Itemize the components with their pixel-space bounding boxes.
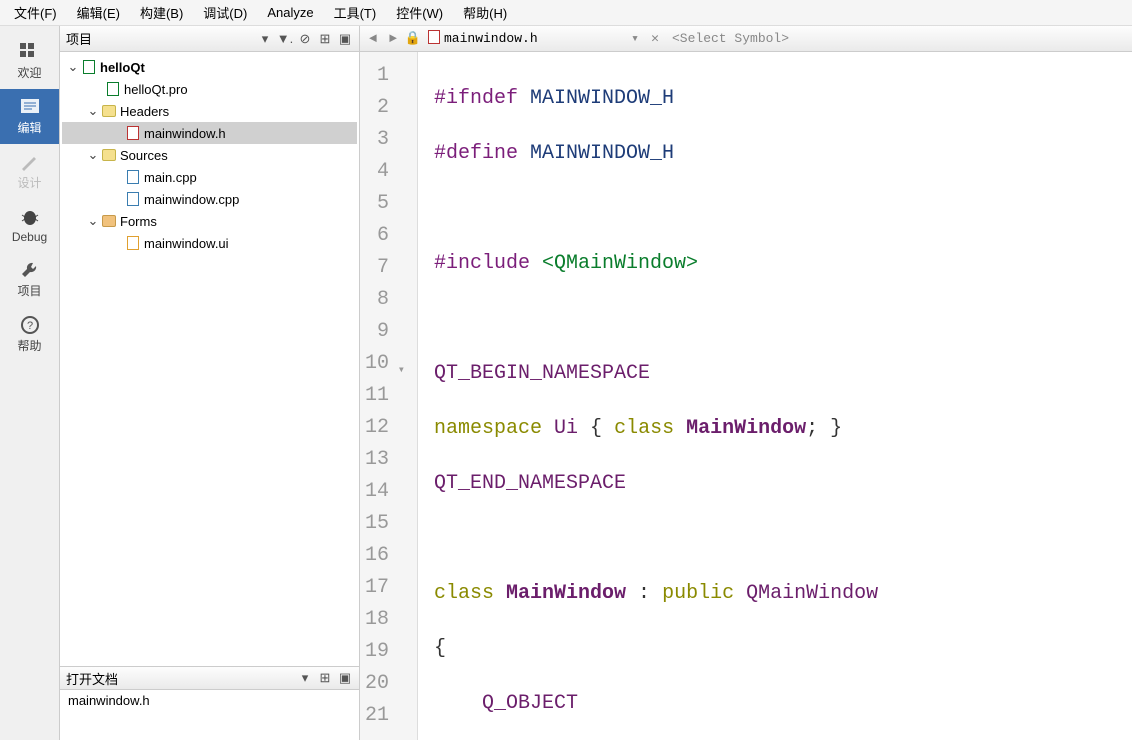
- folder-icon: [100, 149, 118, 161]
- pencil-icon: [19, 152, 41, 172]
- mode-welcome-label: 欢迎: [17, 66, 41, 80]
- editor-pane: ◄ ► 🔒 mainwindow.h ▾ ✕ <Select Symbol> 1…: [360, 26, 1132, 740]
- split-icon[interactable]: ⊞: [317, 670, 333, 686]
- tree-h1-label: mainwindow.h: [142, 126, 226, 141]
- tree-root[interactable]: ⌄ helloQt: [62, 56, 357, 78]
- mode-design-label: 设计: [17, 176, 41, 190]
- project-tree[interactable]: ⌄ helloQt helloQt.pro ⌄ Headers mainwind…: [60, 52, 359, 666]
- mode-edit[interactable]: 编辑: [0, 89, 59, 144]
- svg-text:?: ?: [26, 320, 32, 332]
- close-pane-icon[interactable]: ▣: [337, 670, 353, 686]
- menu-debug[interactable]: 调试(D): [193, 0, 257, 25]
- back-icon[interactable]: ◄: [364, 31, 382, 46]
- cpp-file-icon: [124, 192, 142, 206]
- symbol-selector[interactable]: <Select Symbol>: [666, 31, 1128, 46]
- folder-icon: [100, 215, 118, 227]
- tree-headers[interactable]: ⌄ Headers: [62, 100, 357, 122]
- grid-icon: [19, 42, 41, 62]
- project-pane: 项目 ▾ ▼. ⊘ ⊞ ▣ ⌄ helloQt helloQt.pro ⌄ He…: [60, 26, 360, 740]
- tree-forms-label: Forms: [118, 214, 157, 229]
- tree-cpp1-label: main.cpp: [142, 170, 197, 185]
- chevron-down-icon[interactable]: ▾: [297, 670, 313, 686]
- chevron-down-icon[interactable]: ▾: [257, 31, 273, 47]
- doc-item-mainwindow-h[interactable]: mainwindow.h: [60, 690, 359, 711]
- menu-tools[interactable]: 工具(T): [324, 0, 387, 25]
- wrench-icon: [19, 260, 41, 280]
- menu-file[interactable]: 文件(F): [4, 0, 67, 25]
- cpp-file-icon: [124, 170, 142, 184]
- split-icon[interactable]: ⊞: [317, 31, 333, 47]
- header-file-icon: [124, 126, 142, 140]
- mode-sidebar: 欢迎 编辑 设计 Debug 项目 ? 帮助: [0, 26, 60, 740]
- folder-icon: [100, 105, 118, 117]
- code-editor[interactable]: 12345 6789 10▾ 1112131415 161718192021 #…: [360, 52, 1132, 740]
- chevron-down-icon[interactable]: ⌄: [86, 103, 100, 119]
- file-selector[interactable]: mainwindow.h: [424, 30, 624, 48]
- chevron-down-icon[interactable]: ⌄: [86, 213, 100, 229]
- forward-icon[interactable]: ►: [384, 31, 402, 46]
- mode-help-label: 帮助: [17, 339, 41, 353]
- chevron-down-icon[interactable]: ▾: [626, 31, 644, 46]
- tree-mainwindow-ui[interactable]: mainwindow.ui: [62, 232, 357, 254]
- mode-project[interactable]: 项目: [0, 252, 59, 307]
- open-file-name: mainwindow.h: [444, 31, 538, 46]
- tree-sources-label: Sources: [118, 148, 168, 163]
- menu-edit[interactable]: 编辑(E): [67, 0, 130, 25]
- chevron-down-icon[interactable]: ⌄: [66, 59, 80, 75]
- project-title: 项目: [66, 29, 253, 48]
- mode-debug-label: Debug: [12, 230, 47, 244]
- mode-project-label: 项目: [17, 284, 41, 298]
- filter-icon[interactable]: ▼.: [277, 31, 293, 46]
- mode-help[interactable]: ? 帮助: [0, 307, 59, 362]
- lock-icon[interactable]: 🔒: [404, 31, 422, 46]
- tree-pro-label: helloQt.pro: [122, 82, 188, 97]
- project-icon: [80, 60, 98, 74]
- menu-help[interactable]: 帮助(H): [453, 0, 517, 25]
- tree-cpp2-label: mainwindow.cpp: [142, 192, 239, 207]
- open-docs-title: 打开文档: [66, 669, 293, 688]
- header-file-icon: [428, 30, 440, 48]
- menubar: 文件(F) 编辑(E) 构建(B) 调试(D) Analyze 工具(T) 控件…: [0, 0, 1132, 26]
- tree-main-cpp[interactable]: main.cpp: [62, 166, 357, 188]
- menu-widgets[interactable]: 控件(W): [386, 0, 453, 25]
- open-docs-header: 打开文档 ▾ ⊞ ▣: [60, 666, 359, 690]
- line-gutter: 12345 6789 10▾ 1112131415 161718192021: [360, 52, 418, 740]
- tree-ui1-label: mainwindow.ui: [142, 236, 229, 251]
- close-pane-icon[interactable]: ▣: [337, 31, 353, 47]
- tree-mainwindow-cpp[interactable]: mainwindow.cpp: [62, 188, 357, 210]
- close-tab-icon[interactable]: ✕: [646, 31, 664, 46]
- tree-headers-label: Headers: [118, 104, 169, 119]
- project-header: 项目 ▾ ▼. ⊘ ⊞ ▣: [60, 26, 359, 52]
- mode-design[interactable]: 设计: [0, 144, 59, 199]
- bug-icon: [19, 207, 41, 227]
- menu-build[interactable]: 构建(B): [130, 0, 193, 25]
- edit-icon: [19, 97, 41, 117]
- mode-welcome[interactable]: 欢迎: [0, 34, 59, 89]
- tree-pro-file[interactable]: helloQt.pro: [62, 78, 357, 100]
- mode-debug[interactable]: Debug: [0, 199, 59, 252]
- tree-forms[interactable]: ⌄ Forms: [62, 210, 357, 232]
- chevron-down-icon[interactable]: ⌄: [86, 147, 100, 163]
- menu-analyze[interactable]: Analyze: [257, 2, 323, 23]
- open-docs-list[interactable]: mainwindow.h: [60, 690, 359, 740]
- tree-mainwindow-h[interactable]: mainwindow.h: [62, 122, 357, 144]
- file-icon: [104, 82, 122, 96]
- link-icon[interactable]: ⊘: [297, 31, 313, 47]
- code-content[interactable]: #ifndef MAINWINDOW_H #define MAINWINDOW_…: [418, 52, 938, 740]
- mode-edit-label: 编辑: [17, 121, 41, 135]
- question-icon: ?: [19, 315, 41, 335]
- tree-root-label: helloQt: [98, 60, 145, 75]
- editor-toolbar: ◄ ► 🔒 mainwindow.h ▾ ✕ <Select Symbol>: [360, 26, 1132, 52]
- ui-file-icon: [124, 236, 142, 250]
- tree-sources[interactable]: ⌄ Sources: [62, 144, 357, 166]
